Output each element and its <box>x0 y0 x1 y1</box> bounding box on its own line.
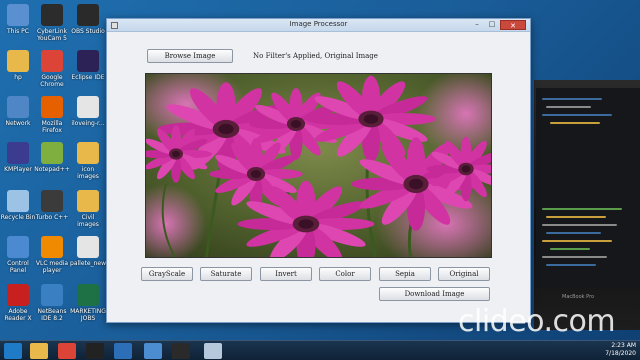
notepad-icon <box>41 142 63 164</box>
obs-taskbar-icon[interactable] <box>172 343 190 359</box>
desktop-icon[interactable]: Network <box>0 96 36 127</box>
desktop-icon[interactable]: Eclipse IDE <box>70 50 106 81</box>
desktop-icon[interactable]: icon images <box>70 142 106 180</box>
desktop-icon[interactable]: NetBeans IDE 8.2 <box>34 284 70 322</box>
image-processor-window: Image Processor – □ ✕ Browse Image No Fi… <box>106 18 531 323</box>
folder-icon <box>7 50 29 72</box>
turbo-cpp-icon <box>41 190 63 212</box>
taskbar: 2:23 AM 7/18/2020 <box>0 340 640 360</box>
window-titlebar[interactable]: Image Processor – □ ✕ <box>107 19 530 32</box>
desktop-icon[interactable]: KMPlayer <box>0 142 36 173</box>
background-laptop-screen <box>536 88 640 288</box>
desktop-icon[interactable]: Turbo C++ <box>34 190 70 221</box>
desktop-icon[interactable]: Mozilla Firefox <box>34 96 70 134</box>
desktop-icon-label: Eclipse IDE <box>71 74 105 81</box>
desktop-icon-label: KMPlayer <box>4 166 32 173</box>
desktop-icon-label: Adobe Reader X <box>4 308 32 322</box>
desktop-icon[interactable]: pallete_new <box>70 236 106 267</box>
desktop-icon-label: Notepad++ <box>34 166 70 173</box>
original-button[interactable]: Original <box>438 267 490 281</box>
excel-icon <box>77 284 99 306</box>
window-title: Image Processor <box>289 20 348 28</box>
desktop-icon-label: hp <box>14 74 22 81</box>
file-icon <box>77 236 99 258</box>
obs-icon <box>77 4 99 26</box>
java-app-taskbar-icon[interactable] <box>204 343 222 359</box>
watermark: clideo.com <box>458 304 616 339</box>
desktop-icon-label: MARKETING JOBS <box>70 308 106 322</box>
network-icon <box>7 96 29 118</box>
start-button[interactable] <box>4 343 22 359</box>
youcam-icon <box>41 4 63 26</box>
desktop-icon-label: Network <box>5 120 31 127</box>
desktop-icon[interactable]: VLC media player <box>34 236 70 274</box>
chrome-taskbar-icon[interactable] <box>58 343 76 359</box>
desktop-icon[interactable]: Notepad++ <box>34 142 70 173</box>
desktop-icon-label: icon images <box>77 166 99 180</box>
folder-icon <box>77 190 99 212</box>
chrome-icon <box>41 50 63 72</box>
desktop-icon-label: CyberLink YouCam 5 <box>37 28 67 42</box>
eclipse-icon <box>77 50 99 72</box>
desktop-icon[interactable]: This PC <box>0 4 36 35</box>
background-laptop-label: MacBook Pro <box>562 294 595 300</box>
netbeans-taskbar-icon[interactable] <box>144 343 162 359</box>
sepia-button[interactable]: Sepia <box>379 267 431 281</box>
desktop-icon[interactable]: CyberLink YouCam 5 <box>34 4 70 42</box>
desktop-icon-label: Mozilla Firefox <box>41 120 63 134</box>
desktop-icon[interactable]: hp <box>0 50 36 81</box>
filter-status-text: No Filter's Applied, Original Image <box>253 52 378 60</box>
folder-icon <box>77 142 99 164</box>
clock-date: 7/18/2020 <box>605 350 636 357</box>
desktop-icon-label: Google Chrome <box>40 74 64 88</box>
invert-button[interactable]: Invert <box>260 267 312 281</box>
desktop-icon-label: Turbo C++ <box>35 214 69 221</box>
desktop-icon[interactable]: Google Chrome <box>34 50 70 88</box>
terminal-taskbar-icon[interactable] <box>86 343 104 359</box>
desktop-icon-label: VLC media player <box>35 260 69 274</box>
clock-time: 2:23 AM <box>611 342 636 349</box>
desktop-icon-label: Civil images <box>77 214 99 228</box>
desktop-icon-label: This PC <box>7 28 29 35</box>
flower-image <box>146 74 491 257</box>
browse-image-button[interactable]: Browse Image <box>147 49 233 63</box>
desktop-icon-label: Recycle Bin <box>0 214 36 221</box>
desktop-icon[interactable]: Control Panel <box>0 236 36 274</box>
desktop-icon[interactable]: OBS Studio <box>70 4 106 35</box>
desktop-icon-label: OBS Studio <box>71 28 105 35</box>
color-button[interactable]: Color <box>319 267 371 281</box>
desktop-icon-label: pallete_new <box>70 260 106 267</box>
minimize-button[interactable]: – <box>470 20 484 30</box>
vscode-taskbar-icon[interactable] <box>114 343 132 359</box>
desktop-icon-label: Control Panel <box>7 260 29 274</box>
adobe-reader-icon <box>7 284 29 306</box>
netbeans-icon <box>41 284 63 306</box>
download-image-button[interactable]: Download Image <box>379 287 490 301</box>
desktop-icon[interactable]: MARKETING JOBS <box>70 284 106 322</box>
saturate-button[interactable]: Saturate <box>200 267 252 281</box>
computer-icon <box>7 4 29 26</box>
image-preview <box>145 73 492 258</box>
control-panel-icon <box>7 236 29 258</box>
file-explorer-taskbar-icon[interactable] <box>30 343 48 359</box>
desktop-icon[interactable]: Recycle Bin <box>0 190 36 221</box>
desktop-icon-label: iloveing-r... <box>71 120 105 127</box>
desktop-icon[interactable]: Adobe Reader X <box>0 284 36 322</box>
desktop-icon-label: NetBeans IDE 8.2 <box>37 308 67 322</box>
grayscale-button[interactable]: GrayScale <box>141 267 193 281</box>
recycle-bin-icon <box>7 190 29 212</box>
system-clock[interactable]: 2:23 AM 7/18/2020 <box>605 342 636 358</box>
vlc-icon <box>41 236 63 258</box>
file-icon <box>77 96 99 118</box>
desktop-icon[interactable]: Civil images <box>70 190 106 228</box>
kmplayer-icon <box>7 142 29 164</box>
maximize-button[interactable]: □ <box>485 20 499 30</box>
firefox-icon <box>41 96 63 118</box>
desktop-icon[interactable]: iloveing-r... <box>70 96 106 127</box>
close-button[interactable]: ✕ <box>500 20 526 30</box>
